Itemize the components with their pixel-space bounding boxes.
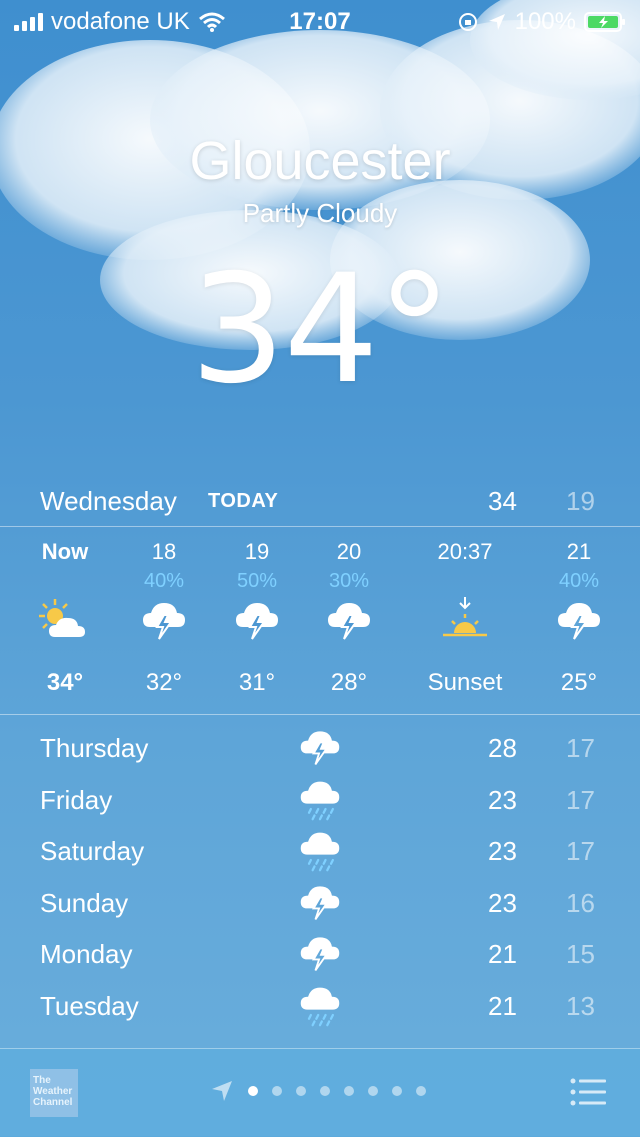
daily-row: Thursday 28 17 bbox=[0, 722, 640, 774]
battery-percent: 100% bbox=[514, 8, 576, 35]
current-temperature: 34° bbox=[190, 243, 452, 417]
thunderstorm-icon bbox=[300, 937, 340, 971]
thunderstorm-icon bbox=[236, 603, 278, 640]
hour-label: 20 bbox=[336, 539, 362, 564]
rotation-lock-icon bbox=[458, 13, 477, 31]
today-day: Wednesday bbox=[40, 486, 177, 516]
hour-label: 20:37 bbox=[437, 539, 493, 564]
day-high: 21 bbox=[488, 939, 517, 969]
status-bar: vodafone UK 17:07 100% bbox=[0, 0, 640, 40]
day-high: 28 bbox=[488, 733, 517, 763]
day-name: Monday bbox=[40, 939, 133, 969]
hour-label: Now bbox=[41, 539, 89, 564]
hour-label: 21 bbox=[566, 539, 592, 564]
hour-temp: Sunset bbox=[427, 669, 503, 696]
day-low: 16 bbox=[566, 887, 595, 918]
daily-row: Friday 23 17 bbox=[0, 774, 640, 826]
page-dot[interactable] bbox=[272, 1086, 282, 1096]
precip-chance: 40% bbox=[558, 570, 600, 592]
day-low: 17 bbox=[566, 784, 595, 815]
city-list-icon[interactable] bbox=[570, 1077, 606, 1107]
day-low: 15 bbox=[566, 939, 595, 969]
day-high: 21 bbox=[488, 990, 517, 1021]
battery-charging-icon bbox=[584, 12, 625, 32]
weather-channel-logo[interactable]: The Weather Channel bbox=[30, 1069, 78, 1117]
rain-icon bbox=[300, 987, 340, 1026]
day-name: Thursday bbox=[40, 733, 149, 763]
page-dot[interactable] bbox=[368, 1086, 378, 1096]
daily-row: Sunday 23 16 bbox=[0, 877, 640, 929]
day-high: 23 bbox=[488, 836, 517, 866]
page-dot[interactable] bbox=[392, 1086, 402, 1096]
thunderstorm-icon bbox=[328, 603, 370, 640]
daily-row: Saturday 23 17 bbox=[0, 825, 640, 877]
hour-temp: 28° bbox=[330, 669, 368, 696]
rain-icon bbox=[300, 781, 340, 820]
current-location-icon bbox=[212, 1081, 232, 1101]
page-dot[interactable] bbox=[320, 1086, 330, 1096]
day-name: Saturday bbox=[40, 836, 145, 866]
hourly-forecast[interactable]: Now 34° 18 40% 32° 19 50% 31° 20 30% 28°… bbox=[0, 527, 640, 714]
sunset-icon bbox=[443, 597, 487, 637]
page-dot[interactable] bbox=[344, 1086, 354, 1096]
city-name: Gloucester bbox=[189, 131, 451, 191]
partly-cloudy-sun-icon bbox=[39, 599, 85, 637]
divider bbox=[0, 714, 640, 715]
today-low: 19 bbox=[566, 486, 595, 516]
day-name: Sunday bbox=[40, 887, 129, 918]
day-low: 13 bbox=[566, 990, 595, 1021]
thunderstorm-icon bbox=[300, 731, 340, 765]
day-name: Tuesday bbox=[40, 990, 139, 1021]
today-high: 34 bbox=[488, 486, 517, 516]
thunderstorm-icon bbox=[143, 603, 185, 640]
daily-row: Monday 21 15 bbox=[0, 928, 640, 980]
day-low: 17 bbox=[566, 836, 595, 866]
day-name: Friday bbox=[40, 784, 113, 815]
hour-temp: 34° bbox=[46, 669, 84, 696]
current-condition: Partly Cloudy bbox=[242, 198, 398, 228]
rain-icon bbox=[300, 832, 340, 872]
precip-chance: 30% bbox=[328, 570, 370, 592]
daily-forecast[interactable]: Thursday 28 17 Friday 23 17 Saturday 23 … bbox=[0, 722, 640, 1031]
bottom-toolbar: The Weather Channel bbox=[0, 1048, 640, 1137]
page-dot[interactable] bbox=[296, 1086, 306, 1096]
page-dot[interactable] bbox=[248, 1086, 258, 1096]
day-high: 23 bbox=[488, 784, 517, 815]
page-dot[interactable] bbox=[416, 1086, 426, 1096]
page-indicator[interactable] bbox=[210, 1079, 426, 1103]
hour-temp: 25° bbox=[560, 669, 598, 696]
today-tag: TODAY bbox=[208, 490, 279, 512]
location-arrow-icon bbox=[488, 14, 505, 30]
today-summary: Wednesday TODAY 34 19 bbox=[0, 475, 640, 525]
location-header: Gloucester Partly Cloudy 34° bbox=[0, 130, 640, 417]
daily-row: Tuesday 21 13 bbox=[0, 980, 640, 1032]
thunderstorm-icon bbox=[558, 603, 600, 640]
thunderstorm-icon bbox=[300, 885, 340, 920]
day-high: 23 bbox=[488, 887, 517, 918]
day-low: 17 bbox=[566, 733, 595, 763]
